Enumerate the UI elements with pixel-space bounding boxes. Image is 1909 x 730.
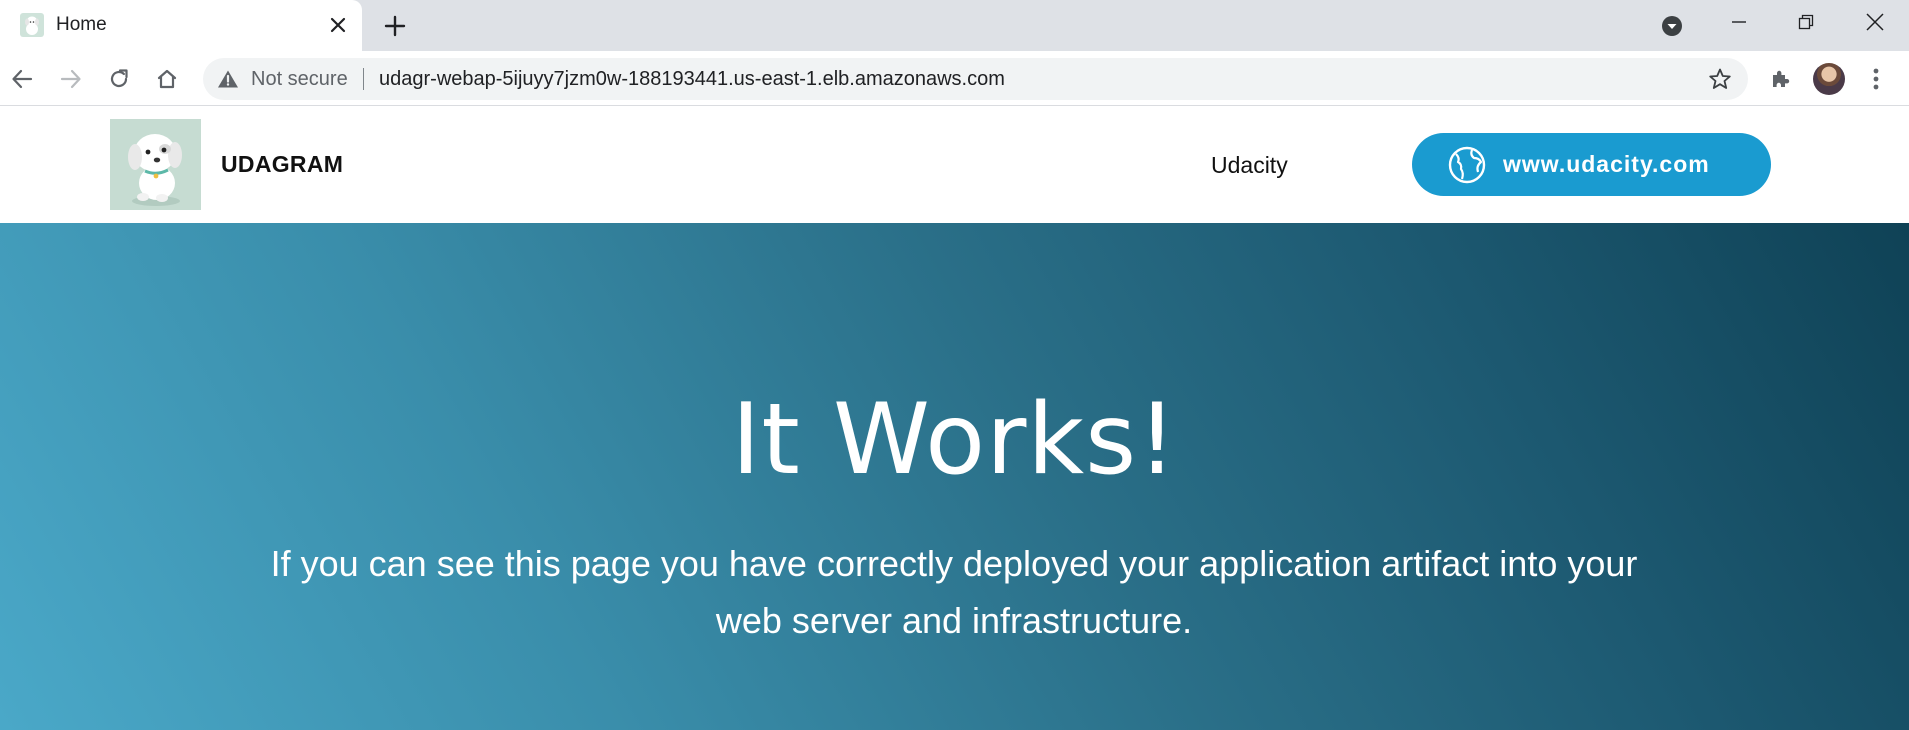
- tab-title: Home: [56, 14, 107, 35]
- tab-search-icon[interactable]: [1659, 13, 1685, 39]
- reload-icon[interactable]: [102, 62, 136, 96]
- browser-tabstrip: Home: [0, 0, 1909, 51]
- window-close-icon[interactable]: [1847, 0, 1903, 44]
- udacity-website-button-label: www.udacity.com: [1503, 151, 1710, 177]
- url-text[interactable]: udagr-webap-5ijuyy7jzm0w-188193441.us-ea…: [379, 68, 1005, 91]
- address-bar[interactable]: Not secure udagr-webap-5ijuyy7jzm0w-1881…: [203, 58, 1748, 100]
- close-icon[interactable]: [325, 12, 351, 38]
- hero-section: It Works! If you can see this page you h…: [0, 223, 1909, 730]
- warning-icon[interactable]: [217, 69, 239, 89]
- home-icon[interactable]: [150, 62, 184, 96]
- plus-icon[interactable]: [380, 11, 410, 41]
- star-icon[interactable]: [1706, 65, 1734, 93]
- kebab-menu-icon[interactable]: [1859, 62, 1893, 96]
- brand-name[interactable]: UDAGRAM: [221, 151, 343, 178]
- forward-arrow-icon[interactable]: [54, 62, 88, 96]
- restore-icon[interactable]: [1778, 0, 1834, 44]
- nav-link-udacity[interactable]: Udacity: [1211, 152, 1288, 179]
- omnibox-divider: [363, 68, 364, 90]
- tab-home[interactable]: Home: [0, 0, 362, 51]
- puzzle-icon[interactable]: [1764, 62, 1798, 96]
- minimize-icon[interactable]: [1711, 0, 1767, 44]
- hero-title: It Works!: [731, 383, 1178, 497]
- hero-description: If you can see this page you have correc…: [270, 543, 1638, 641]
- dog-logo[interactable]: [110, 119, 201, 210]
- browser-toolbar: Not secure udagr-webap-5ijuyy7jzm0w-1881…: [0, 51, 1909, 106]
- site-header: UDAGRAM Udacity www.udacity.com: [0, 107, 1909, 223]
- security-status-label[interactable]: Not secure: [251, 68, 348, 91]
- udacity-website-button[interactable]: www.udacity.com: [1412, 133, 1771, 196]
- tab-favicon-dog-icon: [20, 13, 44, 37]
- profile-avatar[interactable]: [1813, 63, 1845, 95]
- back-arrow-icon[interactable]: [5, 62, 39, 96]
- globe-icon: [1448, 146, 1486, 184]
